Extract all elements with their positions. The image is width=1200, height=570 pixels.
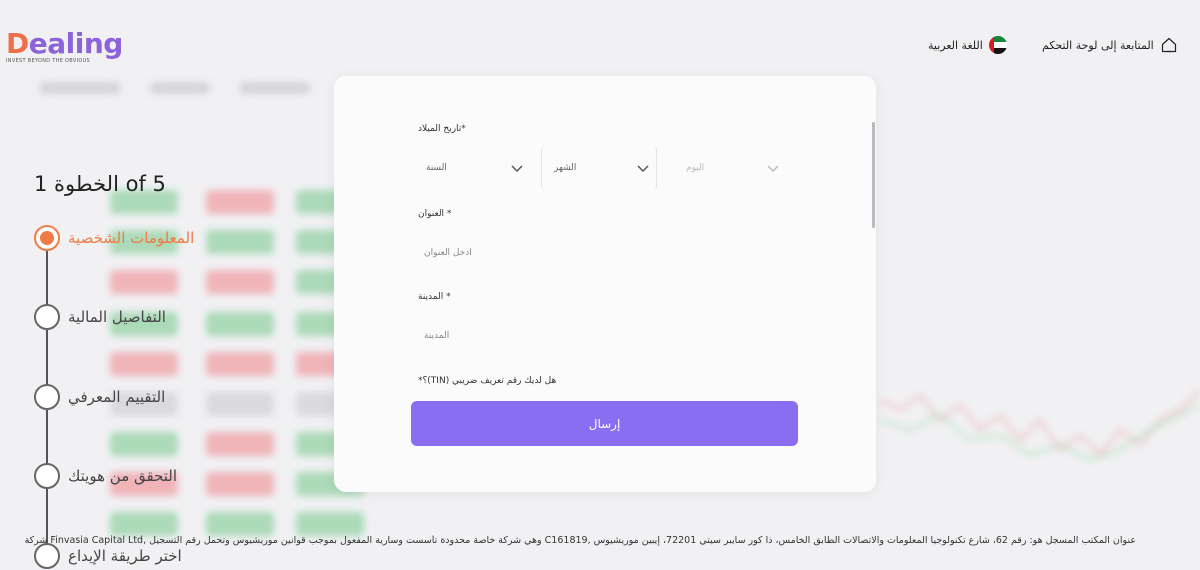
day-placeholder: اليوم	[686, 163, 705, 173]
backdrop-chart	[880, 389, 1200, 462]
step-knowledge-assessment[interactable]: التقييم المعرفي	[34, 384, 165, 410]
go-to-dashboard-link[interactable]: المتابعة إلى لوحة التحكم	[1042, 36, 1178, 54]
step-counter: الخطوة 1 of 5	[34, 172, 166, 196]
month-select[interactable]: الشهر	[541, 146, 657, 190]
day-select[interactable]: اليوم	[674, 146, 786, 190]
tin-label: هل لديك رقم تعريف ضريبي (TIN)؟*	[418, 376, 557, 386]
step-personal-info[interactable]: المعلومات الشخصية	[34, 225, 194, 251]
dob-label: *تاريخ الميلاد	[418, 124, 466, 134]
step-dot-icon	[34, 304, 60, 330]
logo-wordmark: ealing	[28, 27, 124, 60]
language-label: اللغة العربية	[928, 38, 983, 52]
step-label: التحقق من هويتك	[68, 467, 178, 485]
footer-legal-text: عنوان المكتب المسجل هو: رقم 62، شارع تكن…	[24, 535, 1136, 546]
step-verify-identity[interactable]: التحقق من هويتك	[34, 463, 177, 489]
city-label: * المدينة	[418, 292, 451, 302]
step-deposit-method[interactable]: اختر طريقة الإيداع	[34, 543, 182, 569]
step-dot-icon	[34, 543, 60, 569]
step-label: المعلومات الشخصية	[68, 229, 195, 247]
month-placeholder: الشهر	[554, 163, 577, 173]
chevron-down-icon	[637, 165, 649, 173]
step-label: التقييم المعرفي	[68, 388, 166, 406]
form-scrollbar[interactable]	[872, 122, 875, 228]
step-active-dot-icon	[34, 225, 60, 251]
logo-letter-d: D	[6, 27, 29, 60]
dealing-logo[interactable]: Dealing INVEST BEYOND THE OBVIOUS	[6, 27, 123, 65]
chevron-down-icon	[511, 165, 523, 173]
submit-button[interactable]: إرسال	[411, 401, 798, 446]
dashboard-label: المتابعة إلى لوحة التحكم	[1042, 38, 1154, 52]
step-dot-icon	[34, 384, 60, 410]
address-input[interactable]	[424, 238, 794, 268]
step-financial-details[interactable]: التفاصيل المالية	[34, 304, 166, 330]
year-select[interactable]: السنة	[414, 146, 530, 190]
step-label: التفاصيل المالية	[68, 308, 166, 326]
home-icon	[1161, 37, 1176, 53]
language-switch[interactable]: اللغة العربية	[928, 36, 1007, 54]
year-placeholder: السنة	[426, 163, 447, 173]
city-input[interactable]	[424, 321, 794, 351]
uae-flag-icon	[988, 36, 1007, 54]
step-label: اختر طريقة الإيداع	[68, 547, 182, 565]
step-dot-icon	[34, 463, 60, 489]
chevron-down-icon	[767, 165, 779, 173]
backdrop-header	[40, 78, 340, 100]
address-label: * العنوان	[418, 209, 452, 219]
